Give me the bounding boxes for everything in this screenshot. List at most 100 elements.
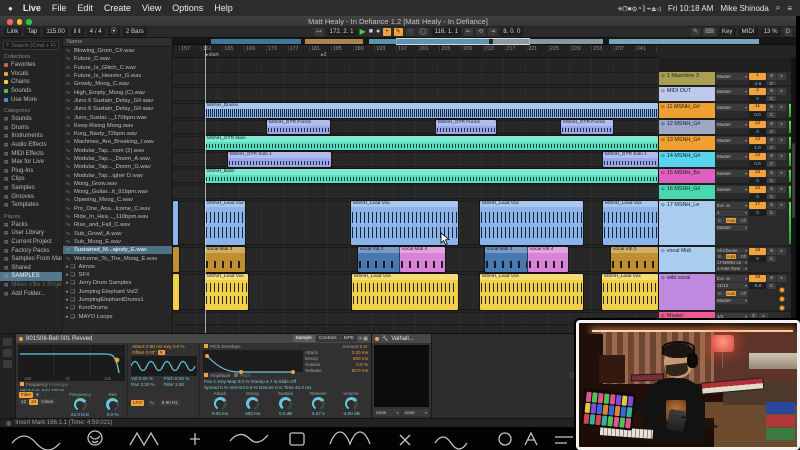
menubar-item-help[interactable]: Help: [214, 3, 233, 13]
stop-button[interactable]: ■: [369, 28, 373, 36]
track-header[interactable]: ⊙ 13 MSNH_G# Master ▾ 13 S ● 1.0 C: [659, 136, 791, 150]
pan-value[interactable]: C: [767, 95, 776, 101]
control-center-icon[interactable]: ≡: [787, 4, 792, 13]
metronome-button[interactable]: ⦿: [107, 28, 120, 36]
sidebar-item-favorites[interactable]: Favorites: [0, 61, 62, 70]
track-name[interactable]: ⊙ 12 MSNH_G#: [659, 120, 715, 134]
chain-icon[interactable]: [3, 360, 12, 368]
clip[interactable]: MSNH_GTR Solo 1: [602, 151, 659, 168]
link-button[interactable]: Link: [4, 28, 22, 36]
sidebar-item-mikes-vibe-1-project[interactable]: ▤ Mikes Vibe 1 Project: [0, 281, 62, 290]
routing-chooser[interactable]: Master ▾: [716, 153, 748, 160]
track-activator[interactable]: 19: [749, 275, 766, 282]
track-activator[interactable]: 13: [749, 137, 766, 144]
file-row[interactable]: ∿ Modular_Tap...oom (2).wav: [63, 147, 172, 155]
circuit-chooser[interactable]: Clean: [39, 399, 56, 405]
track-name[interactable]: ⊙ 13 MSNH_G#: [659, 136, 715, 150]
file-row[interactable]: ∿ Blowing_Grom_C#.wav: [63, 47, 172, 55]
pitch-env-display[interactable]: [203, 350, 303, 374]
volume-value[interactable]: 0: [749, 177, 766, 183]
clip[interactable]: MSNH_Lead Vox: [601, 273, 659, 311]
routing-chooser[interactable]: In Auto Off: [716, 254, 748, 259]
file-row[interactable]: ∿ Rise_and_Fall_C.wav: [63, 221, 172, 229]
folder-row[interactable]: ▸ ❏ JumpingElephantDrums1: [63, 296, 172, 304]
arrangement-overview[interactable]: [173, 38, 796, 45]
routing-chooser[interactable]: Master ▾: [716, 170, 748, 177]
knob-sustain[interactable]: Sustain 0.0 dB: [270, 391, 302, 416]
key-map-button[interactable]: Key: [718, 28, 736, 36]
punch-out-button[interactable]: ⇥: [488, 28, 498, 36]
file-row[interactable]: ∿ Juno_Sustai..._170bpm.wav: [63, 113, 172, 121]
folder-row[interactable]: ▸ ❏ SFX: [63, 271, 172, 279]
solo-button[interactable]: S: [767, 275, 776, 282]
sidebar-item-sounds[interactable]: Sounds: [0, 87, 62, 96]
minimize-window-button[interactable]: [16, 19, 22, 25]
insert-marker[interactable]: [205, 45, 206, 333]
track-name[interactable]: ⊙ 16 MSNH_G#: [659, 185, 715, 199]
knob-decay[interactable]: Decay 600 ms: [237, 391, 269, 416]
track-activator[interactable]: 12: [749, 121, 766, 128]
loop-button[interactable]: ⟲: [476, 28, 486, 36]
lfo-env-values[interactable]: Attack 0.60 ms Key 0.0 % Offset 0.00° R: [128, 343, 199, 356]
routing-chooser[interactable]: 1/2 ▾: [716, 313, 748, 320]
lfo-rate-field[interactable]: 9.90 Hz: [159, 400, 180, 406]
plugin-param-select-1[interactable]: none ▾: [374, 409, 401, 416]
clip[interactable]: [173, 246, 180, 273]
device-activator-led[interactable]: [19, 336, 23, 341]
track-activator[interactable]: 16: [749, 186, 766, 193]
filter-frequency-value[interactable]: 22.0 kHz: [71, 412, 89, 417]
search-input[interactable]: [11, 42, 56, 49]
track-header[interactable]: ⊙ 15 MSNH_Ba Master ▾ 15 S ● 0 C: [659, 169, 791, 183]
sidebar-item-grooves[interactable]: ▤ Grooves: [0, 192, 62, 201]
pan-value[interactable]: C: [767, 282, 776, 289]
tap-tempo-button[interactable]: Tap: [24, 28, 41, 36]
pan-value[interactable]: C: [767, 209, 776, 216]
sends-section-toggle[interactable]: [779, 296, 785, 302]
file-row[interactable]: ∿ Sub_Growl_A.wav: [63, 230, 172, 238]
routing-chooser[interactable]: Master ▾: [716, 104, 748, 111]
io-section-toggle[interactable]: [779, 287, 785, 293]
hot-swap-icon[interactable]: ⟳: [358, 336, 362, 342]
routing-chooser[interactable]: Ext. In ▾: [716, 202, 748, 209]
monitor-auto[interactable]: Auto: [725, 290, 737, 296]
track-header[interactable]: ⊙ vocal Midi All Channe ▾ In Auto Off 17-MSNH L…: [659, 247, 791, 272]
menubar-item-edit[interactable]: Edit: [77, 3, 93, 13]
automation-arm-button[interactable]: ✎: [393, 28, 403, 36]
filter-res-value[interactable]: 0.0 %: [107, 412, 119, 417]
clip[interactable]: MSNH_Lead Vox: [204, 273, 249, 311]
apple-menu-icon[interactable]: ●: [8, 4, 13, 13]
monitor-in[interactable]: In: [717, 291, 723, 296]
file-row[interactable]: ∿ Sustained_M...ajesty_E.wav: [63, 246, 172, 255]
routing-chooser[interactable]: 1-Auto-Tune ▾: [716, 266, 748, 271]
lfo-toggle[interactable]: LFO: [131, 400, 144, 406]
track-name[interactable]: ⊙ 11 MSNH_G#: [659, 103, 715, 118]
capture-midi-button[interactable]: ◯: [417, 28, 429, 36]
sidebar-item-use-more[interactable]: Use More: [0, 95, 62, 104]
routing-chooser[interactable]: 11/12 ▾: [716, 282, 748, 289]
track-activator[interactable]: 11: [749, 104, 766, 111]
clip[interactable]: MSNH_Lead Vox: [204, 200, 246, 246]
file-row[interactable]: ∿ Juno 6 Sustain_Delay_G#.wav: [63, 97, 172, 105]
track-activator[interactable]: 1: [749, 73, 766, 80]
folder-row[interactable]: ▸ ❏ MAYO Loops: [63, 313, 172, 321]
file-row[interactable]: ∿ Sub_Moog_E.wav: [63, 238, 172, 246]
tempo-field[interactable]: 115.00: [43, 28, 68, 36]
volume-value[interactable]: 0: [749, 255, 766, 262]
filter-res-knob[interactable]: [106, 398, 120, 411]
filter-toggle[interactable]: Filter: [19, 392, 34, 398]
sidebar-item-current-project[interactable]: ▤ Current Project: [0, 238, 62, 247]
clip[interactable]: vocal Midi 4: [399, 246, 446, 273]
clip[interactable]: MSNH_Lead Vox: [602, 200, 659, 246]
overdub-button[interactable]: +: [383, 28, 391, 36]
window-titlebar[interactable]: Matt Healy - In Defiance 1.2 [Matt Healy…: [0, 16, 796, 27]
track-activator[interactable]: 2: [749, 88, 766, 95]
arm-button[interactable]: ●: [777, 275, 786, 282]
clip[interactable]: vocal Midi 3: [204, 246, 246, 273]
plugin-activator-led[interactable]: [375, 336, 379, 341]
track-name[interactable]: ⊙ MIDI OUT: [659, 87, 715, 101]
midi-map-button[interactable]: MIDI: [738, 28, 758, 36]
pan-value[interactable]: C: [767, 128, 776, 134]
arm-button[interactable]: ●: [777, 137, 786, 144]
sidebar-item-samples[interactable]: ▤ Samples: [0, 184, 62, 193]
volume-value[interactable]: 0: [749, 193, 766, 199]
